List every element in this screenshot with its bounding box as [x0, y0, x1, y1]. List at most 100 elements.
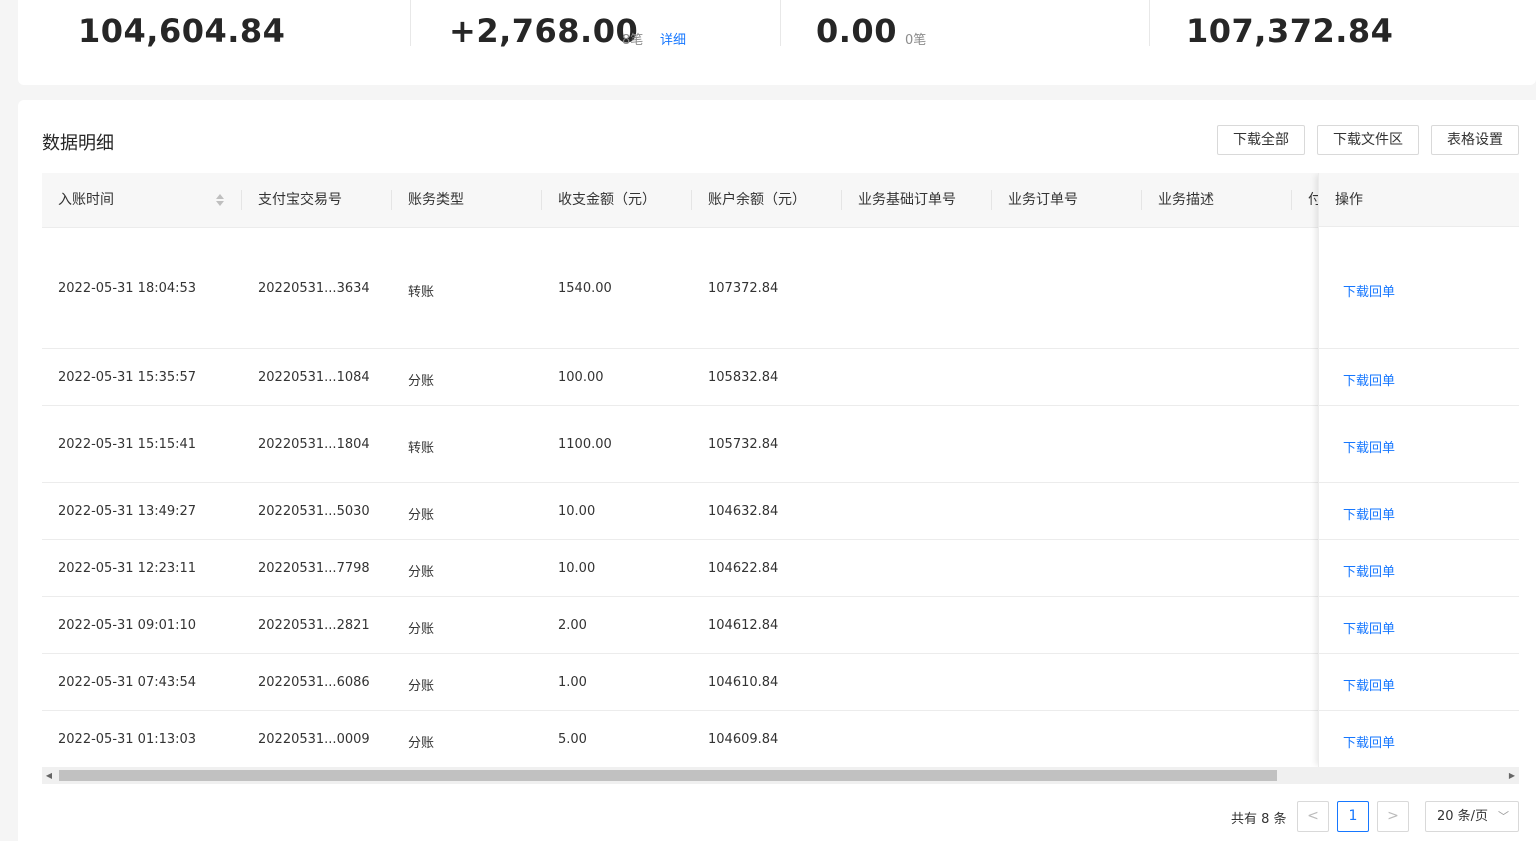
cell-time: 2022-05-31 13:49:27 — [58, 504, 197, 519]
sort-icon[interactable] — [216, 194, 224, 206]
cell-trade-no: 20220531...2821 — [258, 618, 370, 633]
stat-value: 104,604.84 — [78, 12, 286, 50]
table-header: 入账时间 支付宝交易号 账务类型 收支金额（元） 账户余额（元） 业务基础订单号… — [42, 173, 1519, 228]
column-divider — [241, 190, 242, 210]
next-page-button[interactable]: > — [1377, 801, 1409, 832]
operation-row-divider — [1319, 348, 1519, 349]
scrollbar-thumb[interactable] — [59, 770, 1277, 781]
column-divider — [841, 190, 842, 210]
data-detail-card: 数据明细 下载全部 下载文件区 表格设置 入账时间 支付宝交易号 账务类型 收支… — [18, 100, 1536, 841]
cell-trade-no: 20220531...0009 — [258, 732, 370, 747]
cell-type: 分账 — [408, 565, 435, 580]
cell-time: 2022-05-31 07:43:54 — [58, 675, 197, 690]
table-row: 2022-05-31 13:49:27 20220531...5030 分账 10.0… — [42, 483, 1519, 540]
cell-amount: 5.00 — [558, 732, 587, 747]
cell-type: 分账 — [408, 736, 435, 751]
column-header-amount: 收支金额（元） — [558, 192, 656, 208]
table-row: 2022-05-31 15:15:41 20220531...1804 转账 1100… — [42, 406, 1519, 483]
download-receipt-link[interactable]: 下载回单 — [1343, 732, 1395, 751]
stat-detail-link[interactable]: 详细 — [660, 29, 686, 48]
download-receipt-link[interactable]: 下载回单 — [1343, 437, 1395, 456]
cell-trade-no: 20220531...3634 — [258, 281, 370, 296]
stat-divider — [410, 0, 411, 46]
column-header-balance: 账户余额（元） — [708, 192, 806, 208]
prev-page-button[interactable]: < — [1297, 801, 1329, 832]
cell-balance: 104622.84 — [708, 561, 779, 576]
stat-value: 0.00 — [816, 12, 897, 50]
table-row: 2022-05-31 01:13:03 20220531...0009 分账 5.00… — [42, 711, 1519, 767]
table-settings-button[interactable]: 表格设置 — [1431, 125, 1519, 155]
stat-value: +2,768.00 — [449, 12, 639, 50]
cell-balance: 104612.84 — [708, 618, 779, 633]
column-header-time[interactable]: 入账时间 — [58, 173, 114, 227]
table-row: 2022-05-31 18:04:53 20220531...3634 转账 1540… — [42, 228, 1519, 349]
cell-trade-no: 20220531...7798 — [258, 561, 370, 576]
cell-time: 2022-05-31 18:04:53 — [58, 281, 197, 296]
detail-table: 入账时间 支付宝交易号 账务类型 收支金额（元） 账户余额（元） 业务基础订单号… — [42, 173, 1519, 767]
stat-divider — [780, 0, 781, 46]
column-divider — [1141, 190, 1142, 210]
column-header-base-order-no: 业务基础订单号 — [858, 192, 956, 208]
cell-balance: 104610.84 — [708, 675, 779, 690]
cell-amount: 1100.00 — [558, 437, 612, 452]
cell-trade-no: 20220531...1804 — [258, 437, 370, 452]
cell-balance: 105732.84 — [708, 437, 779, 452]
table-row: 2022-05-31 12:23:11 20220531...7798 分账 10.0… — [42, 540, 1519, 597]
column-divider — [1291, 190, 1292, 210]
cell-type: 转账 — [408, 285, 435, 300]
cell-balance: 107372.84 — [708, 281, 779, 296]
cell-balance: 104632.84 — [708, 504, 779, 519]
download-all-button[interactable]: 下载全部 — [1217, 125, 1305, 155]
cell-time: 2022-05-31 12:23:11 — [58, 561, 197, 576]
operation-row-divider — [1319, 482, 1519, 483]
cell-type: 分账 — [408, 508, 435, 523]
table-row: 2022-05-31 15:35:57 20220531...1084 分账 100.… — [42, 349, 1519, 406]
page-button-1[interactable]: 1 — [1337, 801, 1369, 832]
cell-amount: 10.00 — [558, 561, 596, 576]
download-receipt-link[interactable]: 下载回单 — [1343, 281, 1395, 300]
column-header-description: 业务描述 — [1158, 192, 1214, 208]
operation-row-divider — [1319, 539, 1519, 540]
column-divider — [541, 190, 542, 210]
operation-row-divider — [1319, 653, 1519, 654]
cell-type: 分账 — [408, 679, 435, 694]
column-header-type: 账务类型 — [408, 192, 464, 208]
stat-count: 8笔 — [622, 33, 644, 48]
column-header-operation: 操作 — [1319, 173, 1519, 227]
download-receipt-link[interactable]: 下载回单 — [1343, 504, 1395, 523]
cell-balance: 104609.84 — [708, 732, 779, 747]
download-file-area-button[interactable]: 下载文件区 — [1317, 125, 1419, 155]
cell-trade-no: 20220531...1084 — [258, 370, 370, 385]
operation-row-divider — [1319, 596, 1519, 597]
column-divider — [691, 190, 692, 210]
page-size-value: 20 条/页 — [1437, 809, 1489, 824]
summary-card: 104,604.84 +2,768.00 8笔 详细 0.00 0笔 107,3… — [18, 0, 1536, 85]
scroll-right-icon[interactable]: ▶ — [1505, 767, 1519, 784]
cell-amount: 1540.00 — [558, 281, 612, 296]
stat-count: 0笔 — [905, 33, 927, 48]
download-receipt-link[interactable]: 下载回单 — [1343, 370, 1395, 389]
column-divider — [391, 190, 392, 210]
cell-time: 2022-05-31 01:13:03 — [58, 732, 197, 747]
cell-balance: 105832.84 — [708, 370, 779, 385]
column-divider — [991, 190, 992, 210]
scroll-left-icon[interactable]: ◀ — [42, 767, 56, 784]
cell-type: 分账 — [408, 374, 435, 389]
download-receipt-link[interactable]: 下载回单 — [1343, 618, 1395, 637]
horizontal-scrollbar[interactable]: ◀ ▶ — [42, 767, 1519, 784]
page-size-select[interactable]: 20 条/页 ﹀ — [1425, 801, 1519, 832]
column-header-order-no: 业务订单号 — [1008, 192, 1078, 208]
cell-amount: 1.00 — [558, 675, 587, 690]
stat-value: 107,372.84 — [1186, 12, 1394, 50]
section-title: 数据明细 — [42, 133, 114, 154]
download-receipt-link[interactable]: 下载回单 — [1343, 561, 1395, 580]
operation-row-divider — [1319, 710, 1519, 711]
cell-trade-no: 20220531...6086 — [258, 675, 370, 690]
cell-time: 2022-05-31 15:15:41 — [58, 437, 197, 452]
cell-amount: 10.00 — [558, 504, 596, 519]
operation-row-divider — [1319, 405, 1519, 406]
table-row: 2022-05-31 07:43:54 20220531...6086 分账 1.00… — [42, 654, 1519, 711]
download-receipt-link[interactable]: 下载回单 — [1343, 675, 1395, 694]
cell-trade-no: 20220531...5030 — [258, 504, 370, 519]
chevron-down-icon: ﹀ — [1498, 810, 1509, 823]
